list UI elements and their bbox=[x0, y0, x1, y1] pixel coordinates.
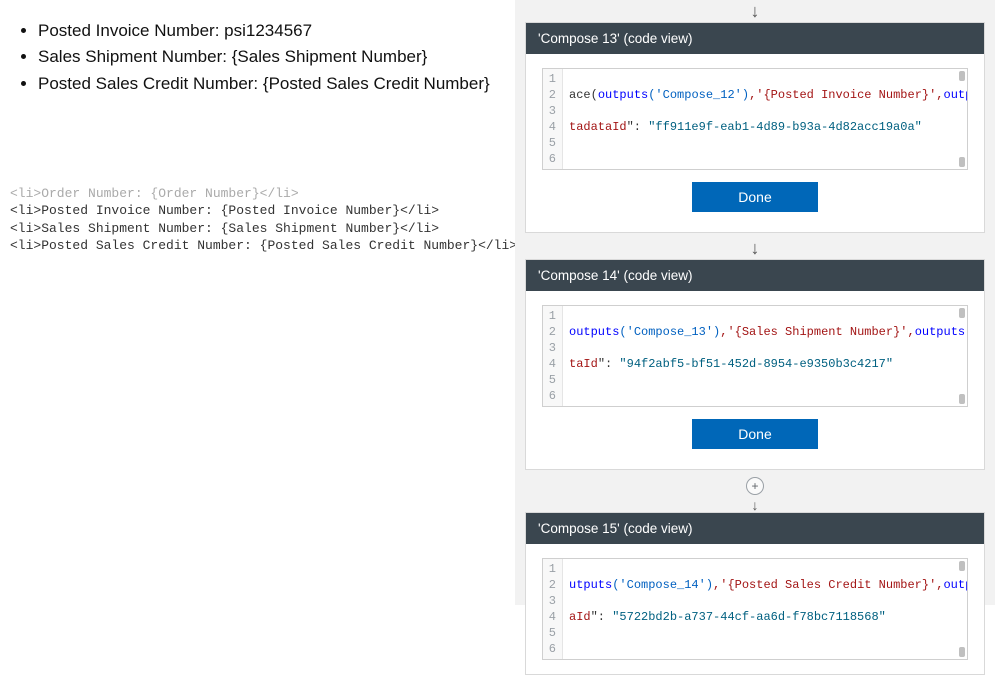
step-card-compose-13: 'Compose 13' (code view) 123456 ace(outp… bbox=[525, 22, 985, 233]
step-card-compose-15: 'Compose 15' (code view) 123456 utputs('… bbox=[525, 512, 985, 675]
html-source-snippet: <li>Order Number: {Order Number}</li> <l… bbox=[10, 167, 495, 255]
step-header[interactable]: 'Compose 15' (code view) bbox=[526, 513, 984, 544]
line-gutter: 123456 bbox=[543, 306, 563, 406]
done-button[interactable]: Done bbox=[692, 419, 817, 449]
code-line: <li>Posted Invoice Number: {Posted Invoi… bbox=[10, 203, 439, 218]
line-gutter: 123456 bbox=[543, 559, 563, 659]
line-gutter: 123456 bbox=[543, 69, 563, 169]
code-content: ace(outputs('Compose_12'),'{Posted Invoi… bbox=[563, 69, 967, 169]
left-panel: Posted Invoice Number: psi1234567 Sales … bbox=[0, 0, 505, 255]
list-item-label: Sales Shipment Number: bbox=[38, 47, 227, 66]
flow-designer-panel: ↓ 'Compose 13' (code view) 123456 ace(ou… bbox=[515, 0, 995, 605]
list-item: Posted Invoice Number: psi1234567 bbox=[38, 18, 495, 44]
add-step-button[interactable]: + bbox=[746, 477, 764, 495]
code-line: <li>Sales Shipment Number: {Sales Shipme… bbox=[10, 221, 439, 236]
list-item-label: Posted Sales Credit Number: bbox=[38, 74, 258, 93]
scroll-handle[interactable] bbox=[959, 71, 965, 81]
list-item-label: Posted Invoice Number: bbox=[38, 21, 219, 40]
done-button[interactable]: Done bbox=[692, 182, 817, 212]
code-content: utputs('Compose_14'),'{Posted Sales Cred… bbox=[563, 559, 967, 659]
code-editor[interactable]: 123456 outputs('Compose_13'),'{Sales Shi… bbox=[542, 305, 968, 407]
list-item: Posted Sales Credit Number: {Posted Sale… bbox=[38, 71, 495, 97]
step-title: 'Compose 14' (code view) bbox=[538, 268, 692, 283]
code-content: outputs('Compose_13'),'{Sales Shipment N… bbox=[563, 306, 967, 406]
add-step-row: + bbox=[525, 474, 985, 498]
code-editor[interactable]: 123456 ace(outputs('Compose_12'),'{Poste… bbox=[542, 68, 968, 170]
step-card-compose-14: 'Compose 14' (code view) 123456 outputs(… bbox=[525, 259, 985, 470]
output-bullet-list: Posted Invoice Number: psi1234567 Sales … bbox=[10, 18, 495, 97]
code-editor[interactable]: 123456 utputs('Compose_14'),'{Posted Sal… bbox=[542, 558, 968, 660]
scroll-handle[interactable] bbox=[959, 157, 965, 167]
step-body: 123456 outputs('Compose_13'),'{Sales Shi… bbox=[526, 291, 984, 469]
list-item-value: {Posted Sales Credit Number} bbox=[263, 74, 490, 93]
flow-arrow-icon: ↓ bbox=[525, 237, 985, 259]
step-title: 'Compose 13' (code view) bbox=[538, 31, 692, 46]
code-line: <li>Posted Sales Credit Number: {Posted … bbox=[10, 238, 517, 253]
flow-arrow-icon: ↓ bbox=[525, 0, 985, 22]
step-body: 123456 utputs('Compose_14'),'{Posted Sal… bbox=[526, 544, 984, 674]
step-body: 123456 ace(outputs('Compose_12'),'{Poste… bbox=[526, 54, 984, 232]
code-line-faded: <li>Order Number: {Order Number}</li> bbox=[10, 186, 299, 201]
list-item-value: {Sales Shipment Number} bbox=[232, 47, 428, 66]
scroll-handle[interactable] bbox=[959, 561, 965, 571]
scroll-handle[interactable] bbox=[959, 647, 965, 657]
scroll-handle[interactable] bbox=[959, 308, 965, 318]
list-item-value: psi1234567 bbox=[224, 21, 312, 40]
step-header[interactable]: 'Compose 13' (code view) bbox=[526, 23, 984, 54]
step-header[interactable]: 'Compose 14' (code view) bbox=[526, 260, 984, 291]
flow-arrow-icon: ↓ bbox=[525, 498, 985, 512]
step-title: 'Compose 15' (code view) bbox=[538, 521, 692, 536]
list-item: Sales Shipment Number: {Sales Shipment N… bbox=[38, 44, 495, 70]
plus-icon: + bbox=[751, 479, 758, 493]
scroll-handle[interactable] bbox=[959, 394, 965, 404]
